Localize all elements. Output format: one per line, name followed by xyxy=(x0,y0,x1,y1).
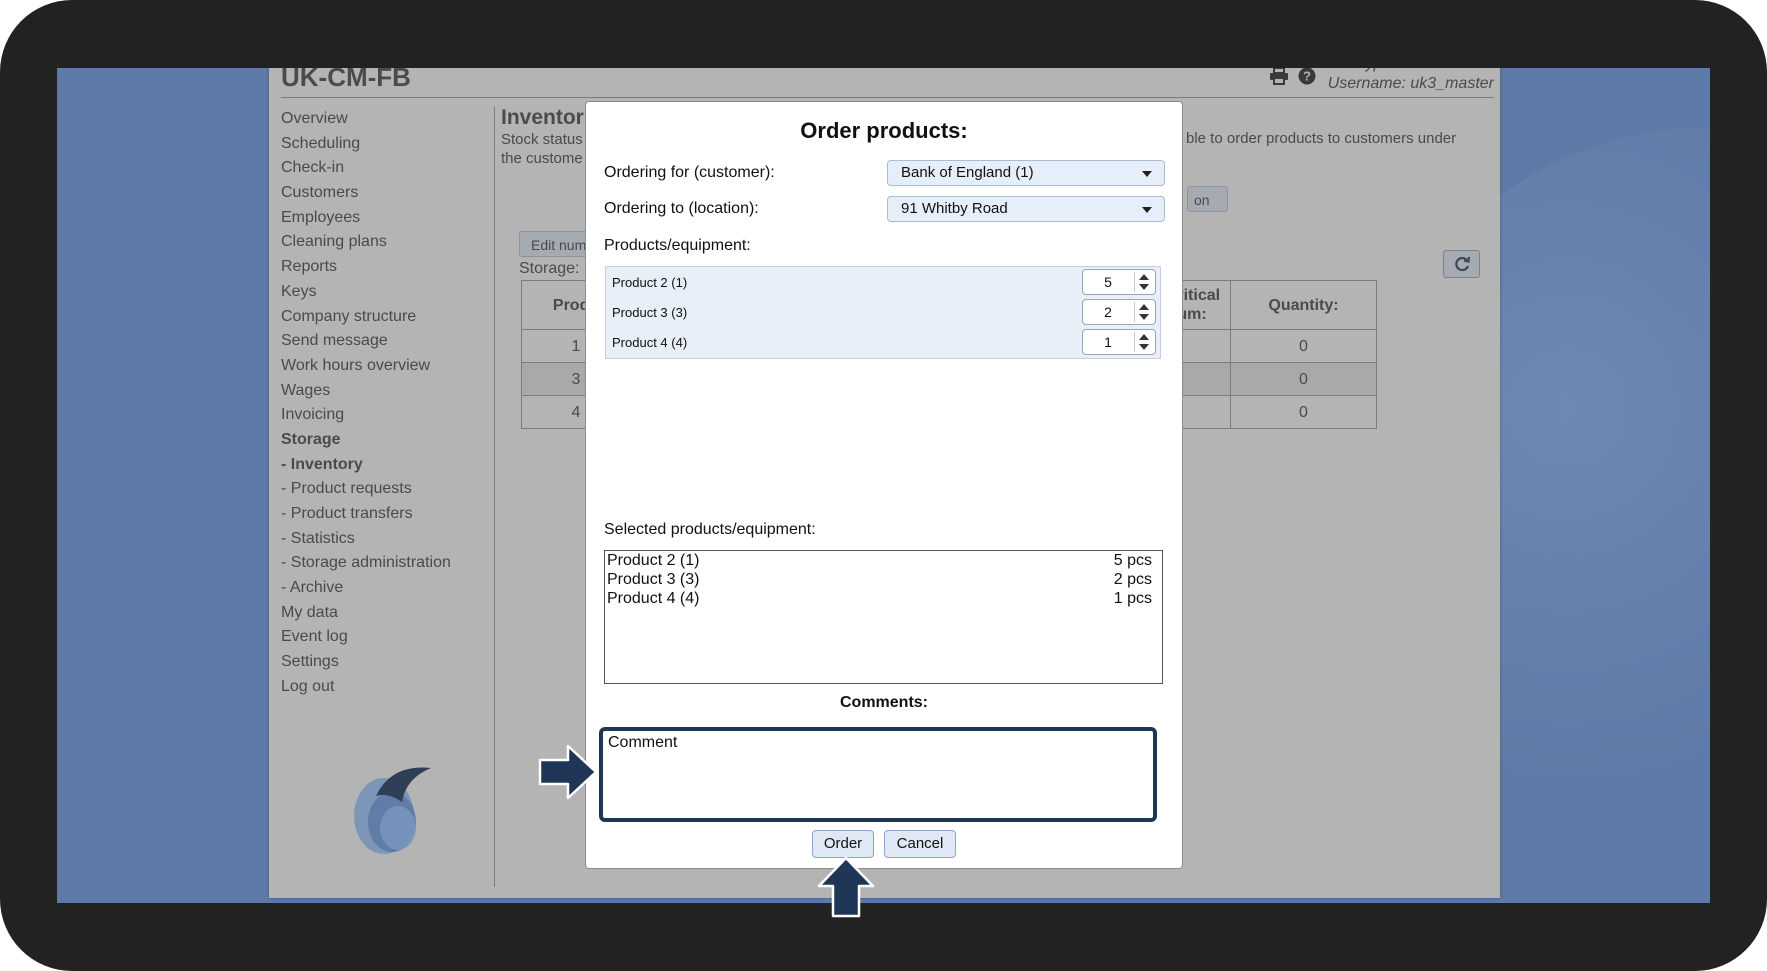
stepper-buttons xyxy=(1134,302,1153,322)
content-title: Inventor xyxy=(501,106,584,129)
arrow-up-icon xyxy=(817,856,875,918)
selected-product-qty: 5 pcs xyxy=(1113,552,1152,569)
table-cell-quantity: 0 xyxy=(1230,395,1377,429)
main-menu: Overview Scheduling Check-in Customers E… xyxy=(281,107,491,700)
menu-item-customers[interactable]: Customers xyxy=(281,181,491,206)
product-name: Product 2 (1) xyxy=(612,275,688,290)
comment-textarea[interactable]: Comment xyxy=(599,727,1157,822)
spinner-down-icon[interactable] xyxy=(1139,344,1149,350)
cancel-button[interactable]: Cancel xyxy=(884,830,956,858)
selected-products-list[interactable]: Product 2 (1) 5 pcs Product 3 (3) 2 pcs … xyxy=(604,550,1163,684)
product-name: Product 3 (3) xyxy=(612,305,688,320)
spinner-down-icon[interactable] xyxy=(1139,284,1149,290)
selected-product-name: Product 4 (4) xyxy=(607,590,700,607)
table-header-quantity: Quantity: xyxy=(1230,280,1377,330)
menu-item-product-requests[interactable]: - Product requests xyxy=(281,477,491,502)
selected-product-name: Product 3 (3) xyxy=(607,571,700,588)
dialog-title: Order products: xyxy=(800,118,968,143)
list-item[interactable]: Product 2 (1) 5 pcs xyxy=(607,552,1152,571)
quantity-value[interactable]: 5 xyxy=(1083,274,1133,290)
product-name: Product 4 (4) xyxy=(612,335,688,350)
menu-item-statistics[interactable]: - Statistics xyxy=(281,527,491,552)
storage-label: Storage: xyxy=(519,260,580,277)
products-label: Products/equipment: xyxy=(604,237,751,254)
comments-label: Comments: xyxy=(839,694,928,711)
order-products-dialog: Order products: Ordering for (customer):… xyxy=(585,101,1183,869)
svg-text:?: ? xyxy=(1303,69,1311,84)
menu-item-archive[interactable]: - Archive xyxy=(281,576,491,601)
device-frame: UK-CM-FB ? User type: Administrator User… xyxy=(0,0,1767,971)
list-item[interactable]: Product 4 (4) 1 pcs xyxy=(607,590,1152,609)
quantity-stepper[interactable]: 5 xyxy=(1082,269,1156,295)
product-row: Product 2 (1) 5 xyxy=(606,267,1160,297)
menu-item-wages[interactable]: Wages xyxy=(281,379,491,404)
printer-icon[interactable] xyxy=(1269,68,1289,86)
products-list: Product 2 (1) 5 Product 3 (3) 2 Product … xyxy=(605,266,1161,359)
header-divider xyxy=(281,97,1494,98)
quantity-stepper[interactable]: 2 xyxy=(1082,299,1156,325)
menu-item-check-in[interactable]: Check-in xyxy=(281,156,491,181)
spinner-down-icon[interactable] xyxy=(1139,314,1149,320)
menu-item-scheduling[interactable]: Scheduling xyxy=(281,132,491,157)
partial-button[interactable]: on xyxy=(1187,186,1228,212)
menu-item-invoicing[interactable]: Invoicing xyxy=(281,403,491,428)
menu-item-work-hours-overview[interactable]: Work hours overview xyxy=(281,354,491,379)
content-description-right: ble to order products to customers under xyxy=(1186,130,1457,147)
quantity-stepper[interactable]: 1 xyxy=(1082,329,1156,355)
menu-item-inventory[interactable]: - Inventory xyxy=(281,453,491,478)
menu-item-reports[interactable]: Reports xyxy=(281,255,491,280)
company-logo xyxy=(354,767,431,854)
refresh-button[interactable] xyxy=(1443,250,1480,278)
menu-item-settings[interactable]: Settings xyxy=(281,650,491,675)
location-label: Ordering to (location): xyxy=(604,200,759,217)
selected-product-name: Product 2 (1) xyxy=(607,552,700,569)
selected-products-label: Selected products/equipment: xyxy=(604,521,816,538)
customer-select-value: Bank of England (1) xyxy=(901,164,1034,181)
spinner-up-icon[interactable] xyxy=(1139,334,1149,340)
header-icons: ? xyxy=(1269,68,1317,86)
username: Username: uk3_master xyxy=(1327,75,1494,92)
menu-item-cleaning-plans[interactable]: Cleaning plans xyxy=(281,230,491,255)
menu-divider xyxy=(494,107,495,887)
stepper-buttons xyxy=(1134,272,1153,292)
menu-item-my-data[interactable]: My data xyxy=(281,601,491,626)
menu-item-keys[interactable]: Keys xyxy=(281,280,491,305)
select-caret-icon xyxy=(1142,171,1152,177)
spinner-up-icon[interactable] xyxy=(1139,274,1149,280)
user-info: User type: Administrator Username: uk3_m… xyxy=(1323,68,1494,94)
customer-select[interactable]: Bank of England (1) xyxy=(887,160,1165,186)
refresh-icon xyxy=(1454,256,1470,272)
customer-label: Ordering for (customer): xyxy=(604,164,775,181)
location-select[interactable]: 91 Whitby Road xyxy=(887,196,1165,222)
location-select-value: 91 Whitby Road xyxy=(901,200,1008,217)
menu-item-employees[interactable]: Employees xyxy=(281,206,491,231)
table-cell-quantity: 0 xyxy=(1230,329,1377,363)
arrow-right-icon xyxy=(538,744,598,800)
menu-item-log-out[interactable]: Log out xyxy=(281,675,491,700)
table-cell-quantity: 0 xyxy=(1230,362,1377,396)
list-item[interactable]: Product 3 (3) 2 pcs xyxy=(607,571,1152,590)
order-button[interactable]: Order xyxy=(812,830,874,858)
product-row: Product 4 (4) 1 xyxy=(606,327,1160,357)
select-caret-icon xyxy=(1142,207,1152,213)
quantity-value[interactable]: 1 xyxy=(1083,334,1133,350)
site-title: UK-CM-FB xyxy=(281,68,411,92)
stepper-buttons xyxy=(1134,332,1153,352)
selected-product-qty: 1 pcs xyxy=(1113,590,1152,607)
menu-item-storage[interactable]: Storage xyxy=(281,428,491,453)
menu-item-product-transfers[interactable]: - Product transfers xyxy=(281,502,491,527)
quantity-value[interactable]: 2 xyxy=(1083,304,1133,320)
menu-item-storage-administration[interactable]: - Storage administration xyxy=(281,551,491,576)
product-row: Product 3 (3) 2 xyxy=(606,297,1160,327)
menu-item-event-log[interactable]: Event log xyxy=(281,625,491,650)
menu-item-send-message[interactable]: Send message xyxy=(281,329,491,354)
spinner-up-icon[interactable] xyxy=(1139,304,1149,310)
selected-product-qty: 2 pcs xyxy=(1113,571,1152,588)
menu-item-company-structure[interactable]: Company structure xyxy=(281,305,491,330)
menu-item-overview[interactable]: Overview xyxy=(281,107,491,132)
help-icon[interactable]: ? xyxy=(1297,68,1317,86)
